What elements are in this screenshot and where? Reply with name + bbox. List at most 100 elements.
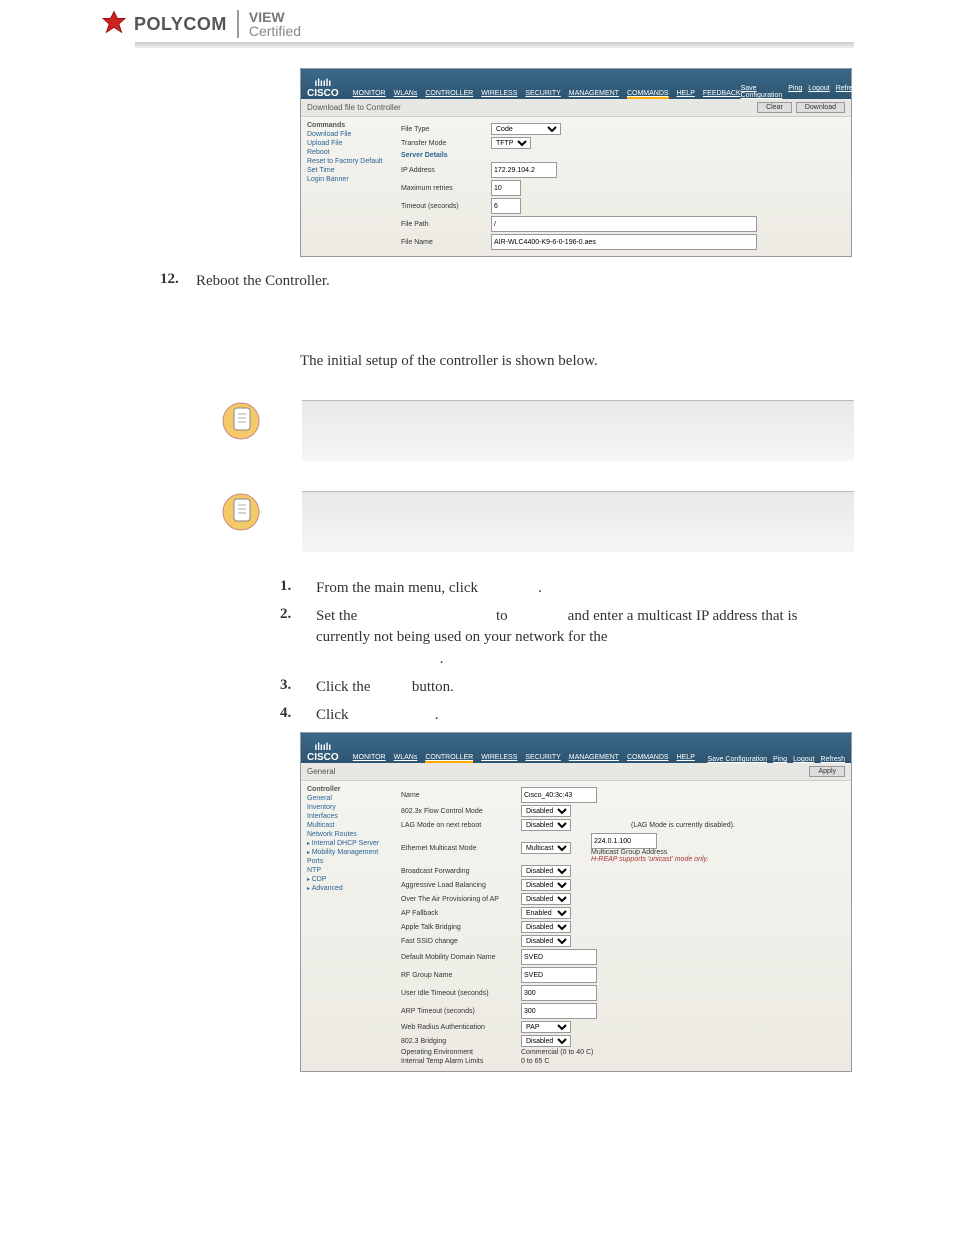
nav-controller[interactable]: CONTROLLER [425,90,473,99]
polycom-wordmark: POLYCOM [134,14,227,35]
general-row-select[interactable]: Disabled [521,921,571,933]
link-logout[interactable]: Logout [793,756,814,763]
general-row-select[interactable]: Disabled [521,893,571,905]
note-icon [220,491,262,533]
nav-controller[interactable]: CONTROLLER [425,754,473,763]
nav-feedback[interactable]: FEEDBACK [703,90,741,99]
general-row: Operating EnvironmentCommercial (0 to 40… [401,1049,843,1056]
multicast-group-address-input[interactable] [591,833,657,849]
general-row-input[interactable] [521,1003,597,1019]
apply-button[interactable]: Apply [809,766,845,777]
general-row: Aggressive Load BalancingDisabled [401,879,843,891]
general-row-select[interactable]: Enabled [521,907,571,919]
nav-monitor[interactable]: MONITOR [353,90,386,99]
nav-help[interactable]: HELP [677,754,695,763]
sidebar-login-banner[interactable]: Login Banner [307,175,387,184]
general-row-select[interactable]: Disabled [521,805,571,817]
general-row-select[interactable]: Disabled [521,1035,571,1047]
link-logout[interactable]: Logout [808,85,829,99]
sidebar-cdp[interactable]: CDP [307,875,387,884]
sidebar-download-file[interactable]: Download File [307,130,387,139]
sidebar-inventory[interactable]: Inventory [307,803,387,812]
general-row-input[interactable] [521,949,597,965]
step-4-number: 4. [280,705,316,727]
sidebar-heading-commands: Commands [307,121,387,130]
general-row: Default Mobility Domain Name [401,949,843,965]
ip-address-label: IP Address [401,167,491,174]
nav-wlans[interactable]: WLANs [394,90,418,99]
sidebar-reboot[interactable]: Reboot [307,148,387,157]
cisco-top-nav: MONITOR WLANs CONTROLLER WIRELESS SECURI… [353,90,741,99]
general-row: ARP Timeout (seconds) [401,1003,843,1019]
general-row-label: Ethernet Multicast Mode [401,845,521,852]
link-ping[interactable]: Ping [788,85,802,99]
general-row: User Idle Timeout (seconds) [401,985,843,1001]
general-row-input[interactable] [521,967,597,983]
file-path-input[interactable] [491,216,757,232]
nav-wlans[interactable]: WLANs [394,754,418,763]
general-row-select[interactable]: PAP [521,1021,571,1033]
nav-help[interactable]: HELP [677,90,695,99]
sidebar-set-time[interactable]: Set Time [307,166,387,175]
nav-management[interactable]: MANAGEMENT [569,90,619,99]
nav-commands[interactable]: COMMANDS [627,90,669,99]
nav-wireless[interactable]: WIRELESS [481,90,517,99]
sidebar-ntp[interactable]: NTP [307,866,387,875]
step-1-text: From the main menu, click . [316,578,854,600]
download-button[interactable]: Download [796,102,845,113]
nav-monitor[interactable]: MONITOR [353,754,386,763]
file-type-select[interactable]: Code [491,123,561,135]
sidebar-multicast[interactable]: Multicast [307,821,387,830]
general-row: AP FallbackEnabled [401,907,843,919]
link-refresh[interactable]: Refresh [836,85,861,99]
cisco-top-links-2: Save Configuration Ping Logout Refresh [708,756,846,763]
general-row-value: 0 to 65 C [521,1058,549,1065]
step-4-text: Click . [316,705,854,727]
intro-setup-text: The initial setup of the controller is s… [300,353,854,370]
transfer-mode-select[interactable]: TFTP [491,137,531,149]
general-row-input[interactable] [521,787,597,803]
link-ping[interactable]: Ping [773,756,787,763]
nav-commands[interactable]: COMMANDS [627,754,669,763]
general-row-input[interactable] [521,985,597,1001]
sidebar-ports[interactable]: Ports [307,857,387,866]
general-row-label: Fast SSID change [401,938,521,945]
step-12-text: Reboot the Controller. [196,271,854,293]
link-save-config[interactable]: Save Configuration [708,756,768,763]
general-row-note: (LAG Mode is currently disabled). [631,822,735,829]
general-row-select[interactable]: Disabled [521,935,571,947]
file-name-input[interactable] [491,234,757,250]
nav-management[interactable]: MANAGEMENT [569,754,619,763]
link-save-config[interactable]: Save Configuration [741,85,783,99]
cisco-top-links: Save Configuration Ping Logout Refresh [741,85,861,99]
nav-wireless[interactable]: WIRELESS [481,754,517,763]
general-row-select[interactable]: Multicast [521,842,571,854]
general-row-value: Commercial (0 to 40 C) [521,1049,593,1056]
sidebar-interfaces[interactable]: Interfaces [307,812,387,821]
general-row-select[interactable]: Disabled [521,879,571,891]
general-row-label: ARP Timeout (seconds) [401,1008,521,1015]
nav-security[interactable]: SECURITY [525,90,560,99]
general-row-label: Operating Environment [401,1049,521,1056]
max-retries-input[interactable] [491,180,521,196]
step-1-number: 1. [280,578,316,600]
link-refresh[interactable]: Refresh [820,756,845,763]
general-row-select[interactable]: Disabled [521,819,571,831]
sidebar-mobility-mgmt[interactable]: Mobility Management [307,848,387,857]
sidebar-advanced[interactable]: Advanced [307,884,387,893]
file-type-label: File Type [401,126,491,133]
step-2-number: 2. [280,606,316,671]
general-row-label: RF Group Name [401,972,521,979]
server-details-heading: Server Details [401,152,843,159]
sidebar-reset-factory[interactable]: Reset to Factory Default [307,157,387,166]
sidebar-network-routes[interactable]: Network Routes [307,830,387,839]
general-row-select[interactable]: Disabled [521,865,571,877]
timeout-input[interactable] [491,198,521,214]
sidebar-general[interactable]: General [307,794,387,803]
step-3-number: 3. [280,677,316,699]
sidebar-internal-dhcp[interactable]: Internal DHCP Server [307,839,387,848]
ip-address-input[interactable] [491,162,557,178]
sidebar-upload-file[interactable]: Upload File [307,139,387,148]
nav-security[interactable]: SECURITY [525,754,560,763]
clear-button[interactable]: Clear [757,102,792,113]
